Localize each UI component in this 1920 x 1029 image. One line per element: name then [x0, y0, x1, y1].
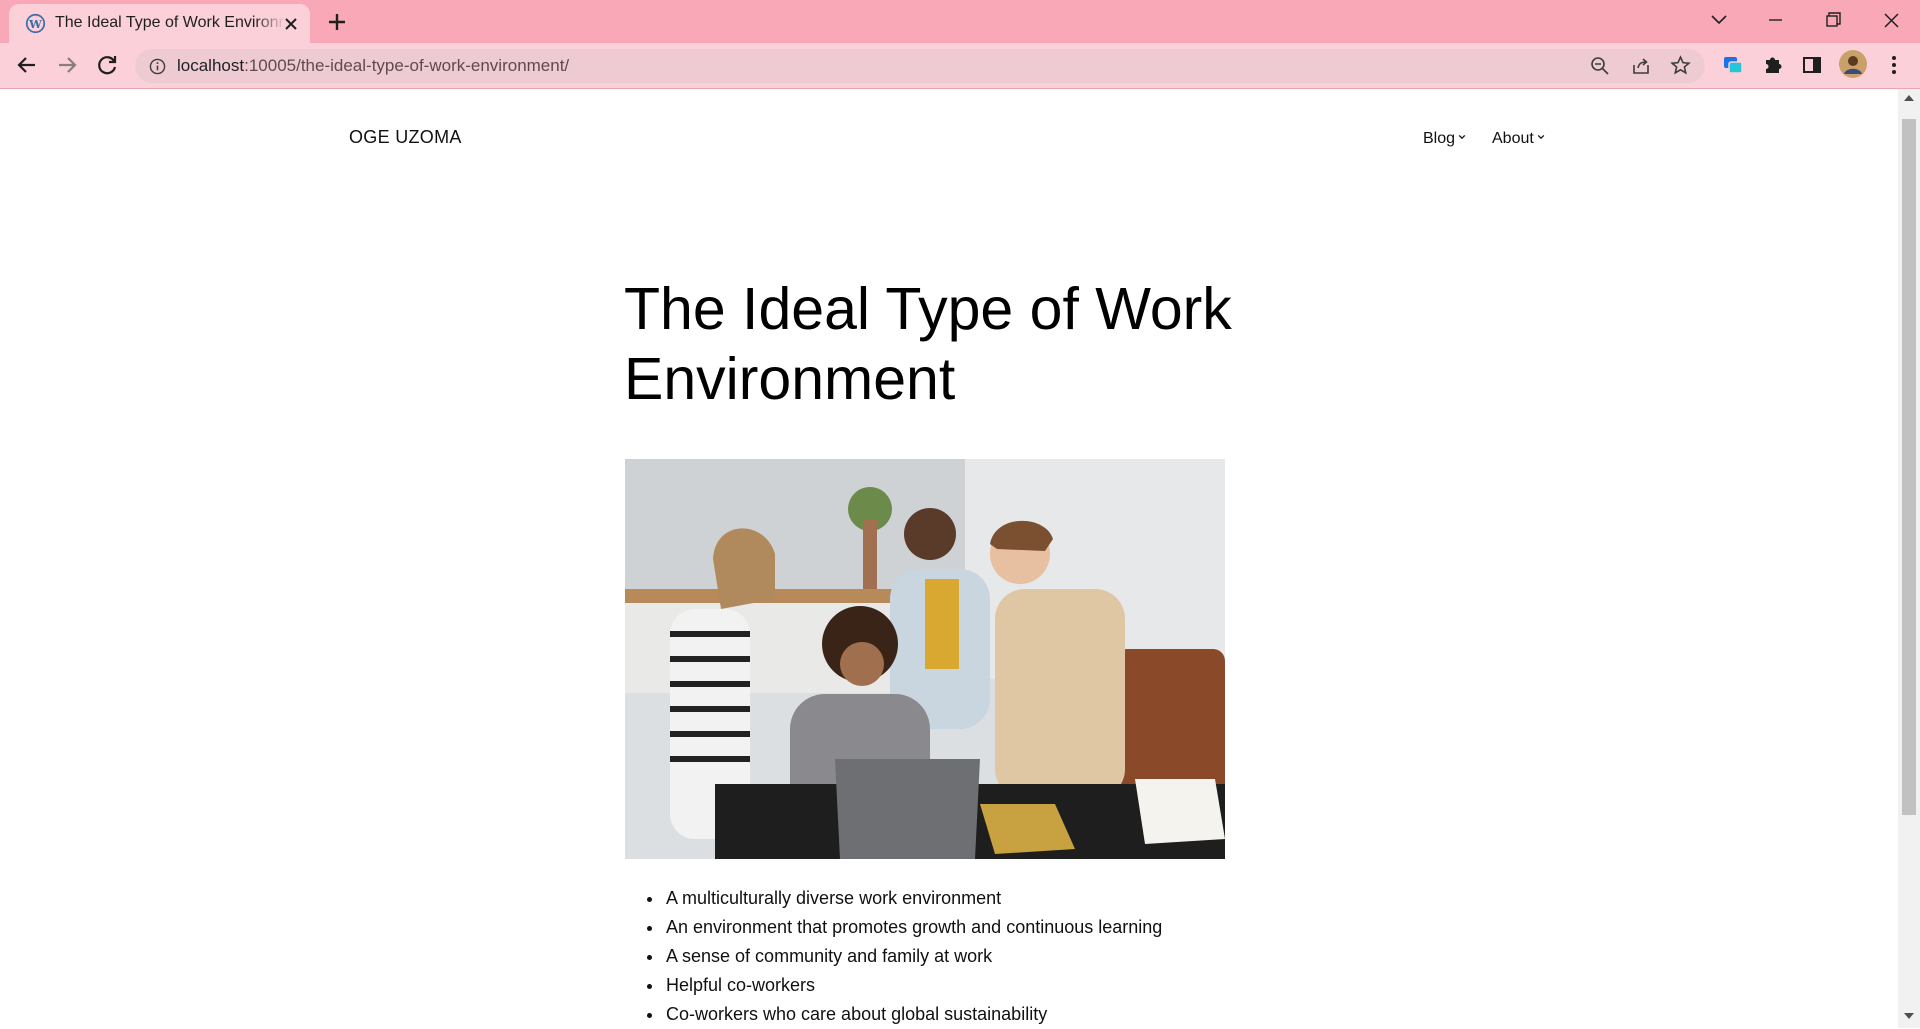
- close-icon[interactable]: [280, 13, 302, 35]
- close-window-icon[interactable]: [1870, 0, 1912, 43]
- nav-item-blog[interactable]: Blog: [1423, 130, 1466, 148]
- url-host: localhost: [177, 56, 245, 75]
- share-icon[interactable]: [1631, 56, 1651, 76]
- list-item: Helpful co-workers: [664, 971, 1162, 1000]
- browser-toolbar: localhost:10005/the-ideal-type-of-work-e…: [0, 43, 1920, 89]
- scroll-thumb[interactable]: [1902, 119, 1916, 815]
- puzzle-icon[interactable]: [1759, 51, 1787, 79]
- menu-dots-icon[interactable]: [1880, 51, 1908, 79]
- nav-item-label: Blog: [1423, 130, 1456, 147]
- browser-tab-strip: W The Ideal Type of Work Environment: [0, 0, 1920, 43]
- list-item: A multiculturally diverse work environme…: [664, 884, 1162, 913]
- restore-icon[interactable]: [1812, 0, 1854, 43]
- list-item: An environment that promotes growth and …: [664, 913, 1162, 942]
- nav-item-about[interactable]: About: [1492, 130, 1545, 148]
- post-title: The Ideal Type of Work Environment: [624, 276, 1232, 412]
- scroll-down-icon[interactable]: [1903, 1011, 1915, 1021]
- page-scrollbar[interactable]: [1898, 89, 1920, 1028]
- chevron-down-icon: [1537, 134, 1545, 140]
- back-icon[interactable]: [13, 51, 41, 79]
- scroll-up-icon[interactable]: [1903, 93, 1915, 103]
- browser-tab[interactable]: W The Ideal Type of Work Environment: [9, 4, 310, 43]
- url-path: :10005/the-ideal-type-of-work-environmen…: [244, 56, 570, 75]
- post-list: A multiculturally diverse work environme…: [640, 884, 1162, 1029]
- chevron-down-icon[interactable]: [1698, 0, 1740, 43]
- star-icon[interactable]: [1670, 55, 1691, 76]
- svg-text:W: W: [28, 17, 42, 31]
- chevron-down-icon: [1458, 134, 1466, 140]
- minimize-icon[interactable]: [1754, 0, 1796, 43]
- url-text: localhost:10005/the-ideal-type-of-work-e…: [177, 56, 569, 76]
- featured-image: [625, 459, 1225, 859]
- info-icon[interactable]: [149, 58, 166, 75]
- extension-icon[interactable]: [1719, 51, 1747, 79]
- address-bar[interactable]: localhost:10005/the-ideal-type-of-work-e…: [135, 49, 1705, 83]
- list-item: A sense of community and family at work: [664, 942, 1162, 971]
- avatar[interactable]: [1838, 49, 1868, 79]
- nav-item-label: About: [1492, 130, 1534, 147]
- reload-icon[interactable]: [93, 51, 121, 79]
- sidepanel-icon[interactable]: [1798, 51, 1826, 79]
- wordpress-icon: W: [25, 13, 46, 34]
- web-page: OGE UZOMA Blog About The Ideal Type of W…: [0, 89, 1898, 1028]
- zoom-icon[interactable]: [1590, 56, 1610, 76]
- list-item: Co-workers who care about global sustain…: [664, 1000, 1162, 1029]
- tab-title: The Ideal Type of Work Environment: [55, 14, 285, 32]
- site-title[interactable]: OGE UZOMA: [349, 127, 462, 148]
- plus-icon[interactable]: [324, 9, 350, 35]
- forward-icon[interactable]: [53, 51, 81, 79]
